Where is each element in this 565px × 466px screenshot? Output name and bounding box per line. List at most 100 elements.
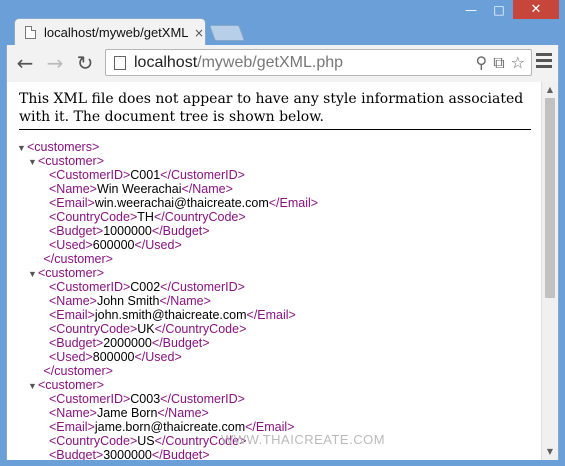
- window-controls: — □ ✕: [457, 0, 559, 20]
- page-icon: [114, 55, 126, 70]
- xml-value: 600000: [92, 238, 135, 252]
- forward-button[interactable]: →: [43, 51, 67, 75]
- xml-close-tag: </Budget>: [151, 448, 210, 460]
- xml-close-tag: </CountryCode>: [153, 210, 246, 224]
- url-path: /myweb/getXML.php: [197, 53, 344, 71]
- xml-open-tag: <CustomerID>: [49, 168, 131, 182]
- xml-line: <Used>600000</Used>: [49, 238, 182, 252]
- search-icon[interactable]: ⚲: [476, 53, 488, 73]
- xml-value: 3000000: [103, 448, 152, 460]
- star-icon[interactable]: ☆: [511, 53, 525, 73]
- xml-close-tag: </Budget>: [151, 336, 210, 350]
- xml-open-tag: <Name>: [49, 182, 97, 196]
- xml-line: <Used>800000</Used>: [49, 350, 182, 364]
- xml-close-tag: </Email>: [268, 196, 319, 210]
- scroll-thumb[interactable]: [545, 98, 555, 298]
- vertical-scrollbar[interactable]: ▲ ▼: [541, 82, 558, 460]
- xml-open-tag: <customer>: [38, 266, 105, 280]
- xml-open-tag: </customer>: [43, 364, 113, 378]
- xml-value: UK: [137, 322, 155, 336]
- collapse-triangle-icon[interactable]: ▼: [28, 155, 38, 169]
- xml-line: <Budget>3000000</Budget>: [49, 448, 210, 460]
- scroll-up-icon[interactable]: ▲: [542, 82, 558, 98]
- xml-close-tag: </CustomerID>: [160, 392, 245, 406]
- xml-open-tag: <CountryCode>: [49, 434, 138, 448]
- xml-line[interactable]: ▼<customer>: [28, 266, 104, 280]
- xml-line[interactable]: ▼<customer>: [28, 378, 104, 392]
- xml-line: <CountryCode>TH</CountryCode>: [49, 210, 246, 224]
- xml-close-tag: </Name>: [181, 182, 233, 196]
- collapse-triangle-icon[interactable]: ▼: [17, 141, 27, 155]
- xml-line: <CustomerID>C001</CustomerID>: [49, 168, 245, 182]
- xml-value: US: [137, 434, 155, 448]
- xml-value: 2000000: [103, 336, 152, 350]
- xml-open-tag: <Used>: [49, 238, 93, 252]
- tab-title: localhost/myweb/getXML: [44, 25, 189, 40]
- scroll-down-icon[interactable]: ▼: [542, 444, 558, 460]
- xml-open-tag: <Email>: [49, 196, 95, 210]
- page-icon: [25, 26, 36, 39]
- xml-line: <CustomerID>C002</CustomerID>: [49, 280, 245, 294]
- xml-close-tag: </CountryCode>: [154, 322, 247, 336]
- xml-close-tag: </Name>: [157, 406, 209, 420]
- xml-line: <CountryCode>UK</CountryCode>: [49, 322, 246, 336]
- forward-arrow-icon: →: [46, 51, 64, 75]
- xml-value: win.weerachai@thaicreate.com: [94, 196, 269, 210]
- xml-notice: This XML file does not appear to have an…: [19, 91, 524, 125]
- xml-open-tag: <customer>: [38, 154, 105, 168]
- xml-value: Win Weerachai: [96, 182, 182, 196]
- back-button[interactable]: ←: [13, 51, 37, 75]
- xml-line: <Name>Win Weerachai</Name>: [49, 182, 233, 196]
- xml-open-tag: <customers>: [27, 140, 100, 154]
- xml-value: C002: [130, 280, 161, 294]
- translate-icon[interactable]: ⧉: [493, 53, 504, 73]
- xml-open-tag: <Name>: [49, 406, 97, 420]
- divider: [19, 129, 531, 130]
- xml-close-tag: </CustomerID>: [160, 168, 245, 182]
- collapse-triangle-icon[interactable]: ▼: [28, 379, 38, 393]
- xml-close-tag: </Used>: [134, 350, 182, 364]
- xml-line: <Email>john.smith@thaicreate.com</Email>: [49, 308, 296, 322]
- xml-open-tag: <Budget>: [49, 224, 104, 238]
- xml-line: <CustomerID>C003</CustomerID>: [49, 392, 245, 406]
- xml-close-tag: </Budget>: [151, 224, 210, 238]
- watermark: WWW.THAICREATE.COM: [221, 432, 386, 447]
- reload-button[interactable]: ↻: [73, 51, 97, 75]
- xml-open-tag: <CustomerID>: [49, 392, 131, 406]
- xml-line: <Name>John Smith</Name>: [49, 294, 211, 308]
- xml-open-tag: <Email>: [49, 308, 95, 322]
- xml-open-tag: <CountryCode>: [49, 322, 138, 336]
- xml-value: TH: [137, 210, 154, 224]
- collapse-triangle-icon[interactable]: ▼: [28, 267, 38, 281]
- xml-value: John Smith: [96, 294, 160, 308]
- xml-close-tag: </Name>: [159, 294, 211, 308]
- address-bar[interactable]: localhost/myweb/getXML.php ⚲ ⧉ ☆: [105, 49, 532, 76]
- xml-line: <Name>Jame Born</Name>: [49, 406, 209, 420]
- maximize-button[interactable]: □: [485, 0, 513, 19]
- page-content: This XML file does not appear to have an…: [6, 82, 559, 460]
- tab-close-icon[interactable]: ×: [194, 26, 204, 40]
- xml-open-tag: <CustomerID>: [49, 280, 131, 294]
- close-window-button[interactable]: ✕: [513, 0, 559, 19]
- xml-close-tag: </Used>: [134, 238, 182, 252]
- minimize-button[interactable]: —: [457, 0, 485, 19]
- xml-open-tag: <customer>: [38, 378, 105, 392]
- xml-open-tag: </customer>: [43, 252, 113, 266]
- toolbar: ← → ↻ localhost/myweb/getXML.php ⚲ ⧉ ☆: [6, 45, 559, 82]
- reload-icon: ↻: [76, 51, 94, 75]
- xml-open-tag: <Budget>: [49, 336, 104, 350]
- xml-value: 1000000: [103, 224, 152, 238]
- xml-line: <CountryCode>US</CountryCode>: [49, 434, 246, 448]
- xml-value: 800000: [92, 350, 135, 364]
- url-host: localhost: [134, 53, 198, 71]
- xml-close-tag: </CustomerID>: [160, 280, 245, 294]
- xml-line[interactable]: ▼<customers>: [17, 140, 99, 154]
- xml-line: </customer>: [44, 252, 113, 266]
- xml-line: </customer>: [44, 364, 113, 378]
- xml-open-tag: <Used>: [49, 350, 93, 364]
- browser-tab[interactable]: localhost/myweb/getXML ×: [14, 18, 206, 46]
- xml-line[interactable]: ▼<customer>: [28, 154, 104, 168]
- xml-open-tag: <Email>: [49, 420, 95, 434]
- menu-icon[interactable]: [536, 53, 552, 71]
- new-tab-button[interactable]: [209, 25, 245, 41]
